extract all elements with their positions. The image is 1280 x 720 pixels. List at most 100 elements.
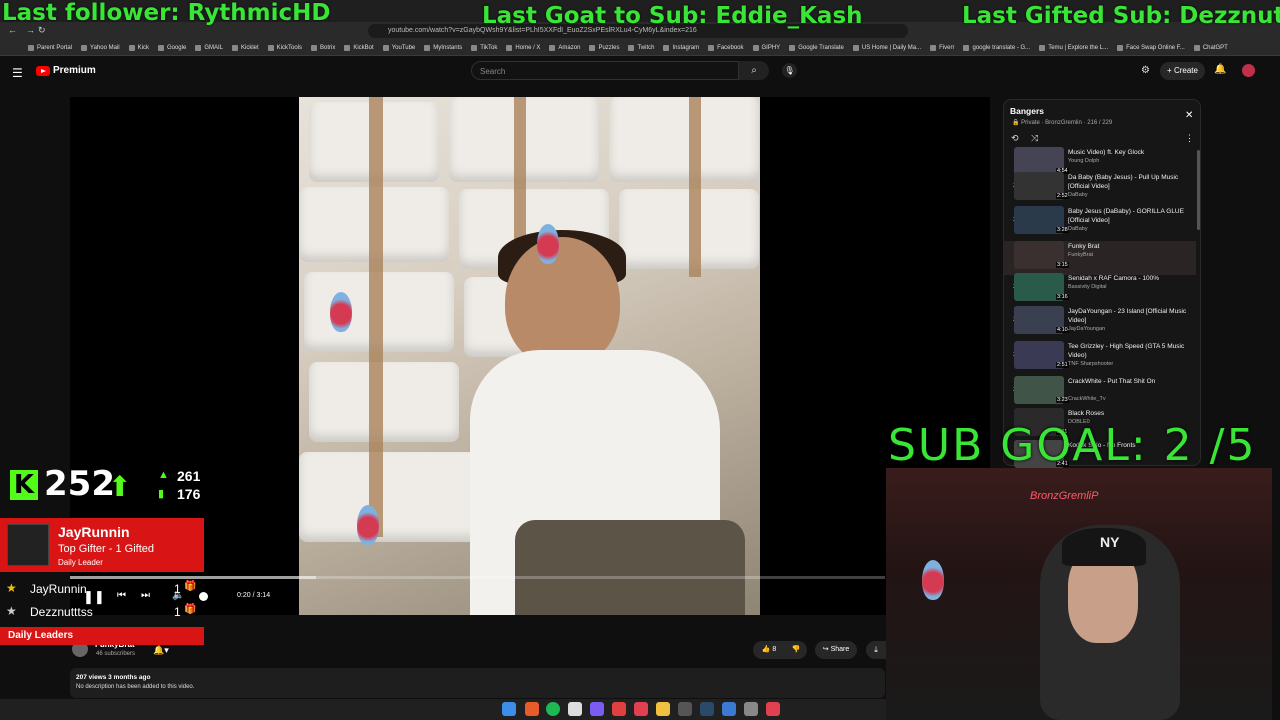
discord-icon[interactable] (590, 702, 604, 716)
like-button[interactable]: 👍 8 (753, 641, 785, 659)
notifications-icon[interactable]: 🔔 (1214, 64, 1226, 75)
daily-leaders-label: Daily Leaders (0, 627, 204, 645)
windows-start-icon[interactable] (502, 702, 516, 716)
bookmark-item[interactable]: Parent Portal (28, 44, 72, 51)
bookmark-item[interactable]: KickTools (267, 44, 302, 51)
search-button[interactable]: ⌕ (739, 61, 769, 80)
share-button[interactable]: ↪ Share (815, 641, 857, 659)
playlist-item[interactable]: 2153:28Baby Jesus (DaBaby) - GORILLA GLU… (1003, 206, 1196, 240)
bookmark-icon (789, 44, 796, 51)
app-icon[interactable] (568, 702, 582, 716)
like-count: 8 (772, 646, 777, 653)
mic-icon[interactable]: 🎙 (782, 63, 797, 78)
playlist-item-title: Tee Grizzley - High Speed (GTA 5 Music V… (1068, 343, 1185, 359)
bookmark-item[interactable]: GIPHY (752, 44, 780, 51)
bookmark-item[interactable]: Botrix (311, 44, 335, 51)
shuffle-icon[interactable]: ⤨ (1031, 133, 1038, 144)
photos-icon[interactable] (722, 702, 736, 716)
brave-icon[interactable] (525, 702, 539, 716)
reload-icon[interactable]: ↻ (38, 25, 46, 36)
bookmark-item[interactable]: Google (157, 44, 187, 51)
playlist-item-thumbnail: 3:15 (1014, 241, 1069, 269)
playlist-item-duration: 4:10 (1056, 327, 1069, 333)
bookmark-label: Google (166, 44, 187, 51)
bookmark-item[interactable]: Yahoo Mail (81, 44, 120, 51)
chrome-icon[interactable] (612, 702, 626, 716)
playlist-item[interactable]: 2203:23CrackWhite - Put That Shit OnCrac… (1003, 376, 1196, 410)
bookmark-icon (344, 44, 351, 51)
file-explorer-icon[interactable] (656, 702, 670, 716)
next-icon[interactable]: ⏭ (141, 590, 150, 601)
top-gifter-avatar (7, 524, 49, 566)
playlist-item[interactable]: 2142:52Da Baby (Baby Jesus) - Pull Up Mu… (1003, 172, 1196, 206)
create-label: Create (1173, 66, 1198, 75)
bookmark-item[interactable]: Amazon (549, 44, 580, 51)
bookmark-item[interactable]: Twitch (628, 44, 654, 51)
bookmark-item[interactable]: TikTok (471, 44, 497, 51)
bookmark-icon (267, 44, 274, 51)
playlist-item-title: Da Baby (Baby Jesus) - Pull Up Music [Of… (1068, 174, 1179, 190)
bookmark-label: Yahoo Mail (90, 44, 120, 51)
create-button[interactable]: + Create (1160, 62, 1205, 80)
download-button[interactable]: ⤓ (866, 641, 886, 659)
bookmark-label: Facebook (717, 44, 744, 51)
bookmark-item[interactable]: KickBot (344, 44, 374, 51)
bookmark-item[interactable]: Facebook (708, 44, 744, 51)
bookmark-label: Face Swap Online F... (1126, 44, 1185, 51)
cast-icon[interactable]: ⚙ (1141, 65, 1150, 76)
bookmark-item[interactable]: Kick (128, 44, 149, 51)
playlist-item-duration: 3:16 (1056, 294, 1069, 300)
playlist-item-title: JayDaYoungan - 23 Island [Official Music… (1068, 308, 1187, 324)
playlist-item[interactable]: 2192:51Tee Grizzley - High Speed (GTA 5 … (1003, 341, 1196, 375)
close-icon[interactable]: ✕ (1185, 110, 1193, 121)
youtube-logo-icon[interactable] (36, 66, 50, 76)
menu-icon[interactable]: ☰ (12, 66, 23, 80)
bookmark-item[interactable]: Home / X (506, 44, 540, 51)
bookmark-item[interactable]: GMAIL (195, 44, 223, 51)
stat-followers: 261 (177, 468, 201, 484)
pin-app-icon[interactable] (766, 702, 780, 716)
steam-icon[interactable] (700, 702, 714, 716)
playlist-title[interactable]: Bangers (1010, 106, 1044, 116)
playlist-item[interactable]: 2184:10JayDaYoungan - 23 Island [Officia… (1003, 306, 1196, 340)
description-box[interactable] (70, 668, 885, 698)
playlist-scrollbar[interactable] (1197, 150, 1200, 230)
spotify-icon[interactable] (546, 702, 560, 716)
volume-slider[interactable] (199, 592, 208, 601)
bookmark-item[interactable]: Face Swap Online F... (1117, 44, 1185, 51)
search-input[interactable]: Search (471, 61, 739, 80)
avatar[interactable] (1242, 64, 1255, 77)
playlist-item-title: Funky Brat (1068, 243, 1100, 250)
bookmark-icon (128, 44, 135, 51)
youtube-premium-label[interactable]: Premium (53, 65, 96, 76)
bookmark-icon (1117, 44, 1124, 51)
playlist-owner[interactable]: BronzGremlin (1045, 120, 1082, 126)
bookmark-item[interactable]: Fiverr (930, 44, 954, 51)
more-icon[interactable]: ⋮ (1185, 133, 1194, 144)
subscribe-bell-icon[interactable]: 🔔▾ (153, 645, 169, 656)
playlist-item-channel: DaBaby (1068, 192, 1088, 198)
bookmark-item[interactable]: Temu | Explore the L... (1039, 44, 1108, 51)
back-icon[interactable]: ← (8, 25, 17, 35)
bookmark-item[interactable]: MyInstants (424, 44, 462, 51)
dislike-button[interactable]: 👎 (785, 641, 807, 659)
bookmark-item[interactable]: ChatGPT (1193, 44, 1228, 51)
playlist-item[interactable]: ▶3:15Funky BratFunkyBrat (1003, 241, 1196, 275)
forward-icon[interactable]: → (26, 25, 35, 35)
loop-icon[interactable]: ⟲ (1011, 133, 1019, 144)
settings-icon[interactable] (744, 702, 758, 716)
pin-app-icon[interactable] (634, 702, 648, 716)
previous-icon[interactable]: ⏮ (117, 590, 126, 601)
bookmark-item[interactable]: Kicklet (231, 44, 259, 51)
bookmark-item[interactable]: google translate - G... (963, 44, 1030, 51)
playlist-item[interactable]: 2173:16Senidah x RAF Camora - 100%Bassiv… (1003, 273, 1196, 307)
app-icon[interactable] (678, 702, 692, 716)
leaderboard-count: 1 (174, 605, 181, 619)
bookmark-item[interactable]: Instagram (663, 44, 699, 51)
playlist-item-thumbnail: 3:28 (1014, 206, 1069, 234)
playlist-position: 216 / 229 (1087, 120, 1113, 126)
bookmark-item[interactable]: Puzzles (589, 44, 619, 51)
bookmark-item[interactable]: US Home | Daily Ma... (852, 44, 921, 51)
bookmark-item[interactable]: YouTube (382, 44, 415, 51)
bookmark-item[interactable]: Google Translate (789, 44, 844, 51)
